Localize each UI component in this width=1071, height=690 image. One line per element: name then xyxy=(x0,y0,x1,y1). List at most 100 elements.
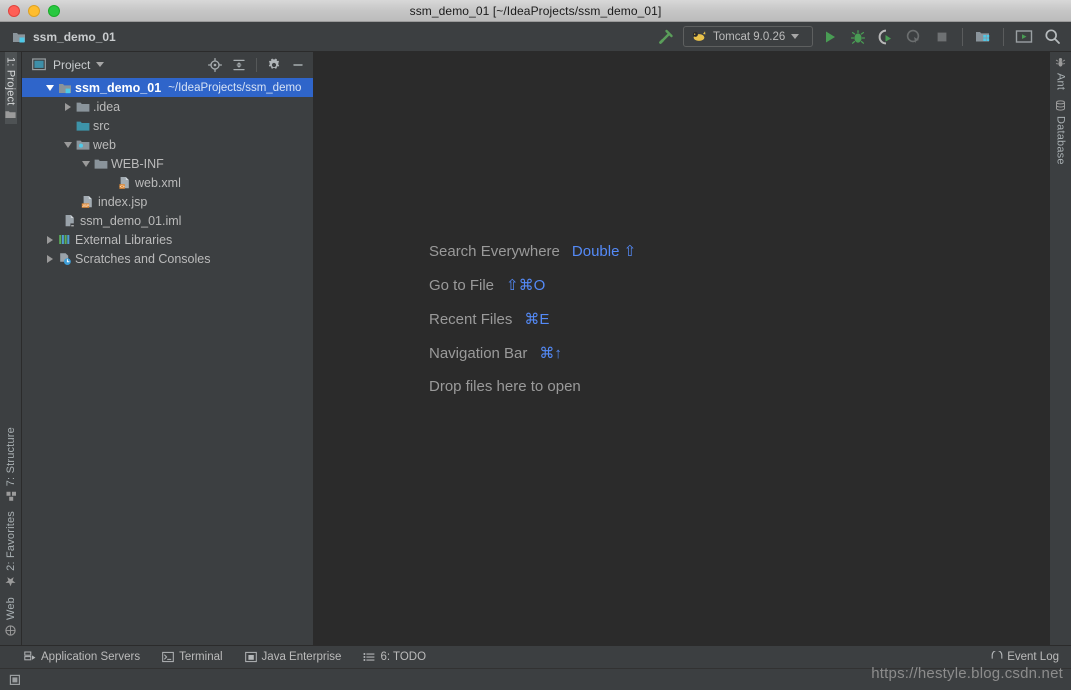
toolbar-divider-1 xyxy=(962,27,963,46)
hint-label: Recent Files xyxy=(429,311,513,328)
run-configuration-selector[interactable]: Tomcat 9.0.26 xyxy=(683,26,813,47)
search-icon[interactable] xyxy=(1041,26,1063,48)
hint-go-to-file: Go to File ⇧⌘O xyxy=(429,276,636,294)
tree-node-iml[interactable]: ssm_demo_01.iml xyxy=(22,211,313,230)
globe-icon xyxy=(5,625,16,636)
tree-node-path: ~/IdeaProjects/ssm_demo xyxy=(168,81,302,94)
expand-arrow-down-icon[interactable] xyxy=(61,141,74,148)
tree-node-label: ssm_demo_01.iml xyxy=(80,213,182,228)
tree-node-ssm-demo-01[interactable]: ssm_demo_01 ~/IdeaProjects/ssm_demo xyxy=(22,78,313,97)
debug-icon[interactable] xyxy=(847,26,869,48)
run-configuration-label: Tomcat 9.0.26 xyxy=(713,30,786,43)
sidebar-tab-web-label: Web xyxy=(4,596,17,620)
hint-search-everywhere: Search Everywhere Double ⇧ xyxy=(429,242,636,260)
idea-window: ssm_demo_01 [~/IdeaProjects/ssm_demo_01]… xyxy=(0,0,1071,690)
toolwindow-label: Java Enterprise xyxy=(261,651,342,663)
build-hammer-icon[interactable] xyxy=(655,26,677,48)
expand-arrow-right-icon[interactable] xyxy=(43,254,56,263)
hint-shortcut: Double ⇧ xyxy=(571,243,637,260)
bottom-tool-stripe: Application Servers Terminal Java Enterp… xyxy=(0,645,1071,668)
console-icon[interactable] xyxy=(1013,26,1035,48)
toolwindow-application-servers[interactable]: Application Servers xyxy=(24,651,140,663)
hint-drop-files: Drop files here to open xyxy=(429,378,636,395)
hint-shortcut: ⌘E xyxy=(524,311,550,328)
expand-arrow-down-icon[interactable] xyxy=(79,160,92,167)
breadcrumb[interactable]: ssm_demo_01 xyxy=(10,30,116,44)
tree-node-src[interactable]: src xyxy=(22,116,313,135)
editor-hints: Search Everywhere Double ⇧ Go to File ⇧⌘… xyxy=(429,242,636,395)
project-panel-title: Project xyxy=(53,57,91,72)
status-bar xyxy=(0,668,1071,690)
window-title: ssm_demo_01 [~/IdeaProjects/ssm_demo_01] xyxy=(409,3,662,18)
stop-icon[interactable] xyxy=(931,26,953,48)
tree-node-index-jsp[interactable]: JSP index.jsp xyxy=(22,192,313,211)
sidebar-tab-favorites-label: 2: Favorites xyxy=(4,511,17,571)
hint-shortcut: ⌘↑ xyxy=(539,345,562,362)
expand-arrow-right-icon[interactable] xyxy=(61,102,74,111)
tree-node-label: External Libraries xyxy=(75,232,173,247)
toolbar-divider-2 xyxy=(1003,27,1004,46)
project-structure-icon[interactable] xyxy=(972,26,994,48)
toolwindow-label: Application Servers xyxy=(41,651,141,663)
tree-node-label: .idea xyxy=(93,99,121,114)
profile-icon[interactable] xyxy=(903,26,925,48)
hint-label: Drop files here to open xyxy=(429,378,581,395)
expand-arrow-right-icon[interactable] xyxy=(43,235,56,244)
jsp-file-icon: JSP xyxy=(79,195,96,209)
toolwindow-label: Terminal xyxy=(179,651,223,663)
collapse-all-icon[interactable] xyxy=(230,56,248,74)
left-stripe-bottom-group: 7: Structure 2: Favorites Web xyxy=(0,422,21,641)
sidebar-tab-project[interactable]: 1: Project xyxy=(4,52,17,125)
tree-node-web-xml[interactable]: <> web.xml xyxy=(22,173,313,192)
expand-arrow-down-icon[interactable] xyxy=(43,84,56,91)
tree-node-scratches[interactable]: Scratches and Consoles xyxy=(22,249,313,268)
locate-target-icon[interactable] xyxy=(206,56,224,74)
chevron-down-icon xyxy=(791,34,800,39)
sidebar-tab-web[interactable]: Web xyxy=(5,592,17,641)
tree-node-idea[interactable]: .idea xyxy=(22,97,313,116)
sidebar-tab-favorites[interactable]: 2: Favorites xyxy=(5,506,17,592)
sidebar-tab-project-label: 1: Project xyxy=(4,57,17,106)
project-tree[interactable]: ssm_demo_01 ~/IdeaProjects/ssm_demo .ide… xyxy=(22,77,313,645)
project-tool-window: Project ssm_demo_01 ~/IdeaProjects/ssm_d… xyxy=(22,52,314,645)
tree-node-label: ssm_demo_01 xyxy=(75,80,162,95)
toolwindow-java-enterprise[interactable]: Java Enterprise xyxy=(244,651,342,663)
scratches-icon xyxy=(56,252,73,266)
tree-node-web[interactable]: web xyxy=(22,135,313,154)
hint-label: Go to File xyxy=(429,277,495,294)
gear-icon[interactable] xyxy=(265,56,283,74)
iml-file-icon xyxy=(61,214,78,228)
hint-recent-files: Recent Files ⌘E xyxy=(429,310,636,328)
toolwindow-label: 6: TODO xyxy=(380,651,427,663)
chevron-down-icon[interactable] xyxy=(96,62,105,67)
java-enterprise-icon xyxy=(244,651,257,663)
web-folder-icon xyxy=(74,139,91,151)
sidebar-tab-structure-label: 7: Structure xyxy=(4,426,17,487)
toolwindow-terminal[interactable]: Terminal xyxy=(162,651,223,663)
folder-icon xyxy=(74,101,91,113)
tree-node-external-libraries[interactable]: External Libraries xyxy=(22,230,313,249)
main-body: 1: Project 7: Structure 2: Favorites Web… xyxy=(0,52,1071,645)
tree-node-label: web xyxy=(93,137,116,152)
project-panel-header: Project xyxy=(22,52,313,77)
hide-panel-icon[interactable] xyxy=(289,56,307,74)
folder-icon xyxy=(5,110,16,119)
toolwindow-todo[interactable]: 6: TODO xyxy=(363,651,426,663)
tree-node-web-inf[interactable]: WEB-INF xyxy=(22,154,313,173)
toolwindow-event-log[interactable]: Event Log xyxy=(991,651,1071,663)
run-icon[interactable] xyxy=(819,26,841,48)
tree-node-label: Scratches and Consoles xyxy=(75,251,211,266)
sidebar-tab-database[interactable]: Database xyxy=(1055,95,1067,170)
tree-node-label: index.jsp xyxy=(98,194,148,209)
hint-label: Search Everywhere xyxy=(429,243,560,260)
hint-shortcut: ⇧⌘O xyxy=(506,277,546,294)
editor-area[interactable]: Search Everywhere Double ⇧ Go to File ⇧⌘… xyxy=(314,52,1049,645)
tree-node-label: web.xml xyxy=(135,175,181,190)
hide-toolwindows-icon[interactable] xyxy=(6,671,24,689)
main-toolbar: ssm_demo_01 Tomcat 9.0.26 xyxy=(0,22,1071,52)
svg-text:<>: <> xyxy=(119,183,124,188)
sidebar-tab-ant[interactable]: Ant xyxy=(1055,52,1067,95)
sidebar-tab-structure[interactable]: 7: Structure xyxy=(5,422,17,506)
run-coverage-icon[interactable] xyxy=(875,26,897,48)
hint-navigation-bar: Navigation Bar ⌘↑ xyxy=(429,344,636,362)
